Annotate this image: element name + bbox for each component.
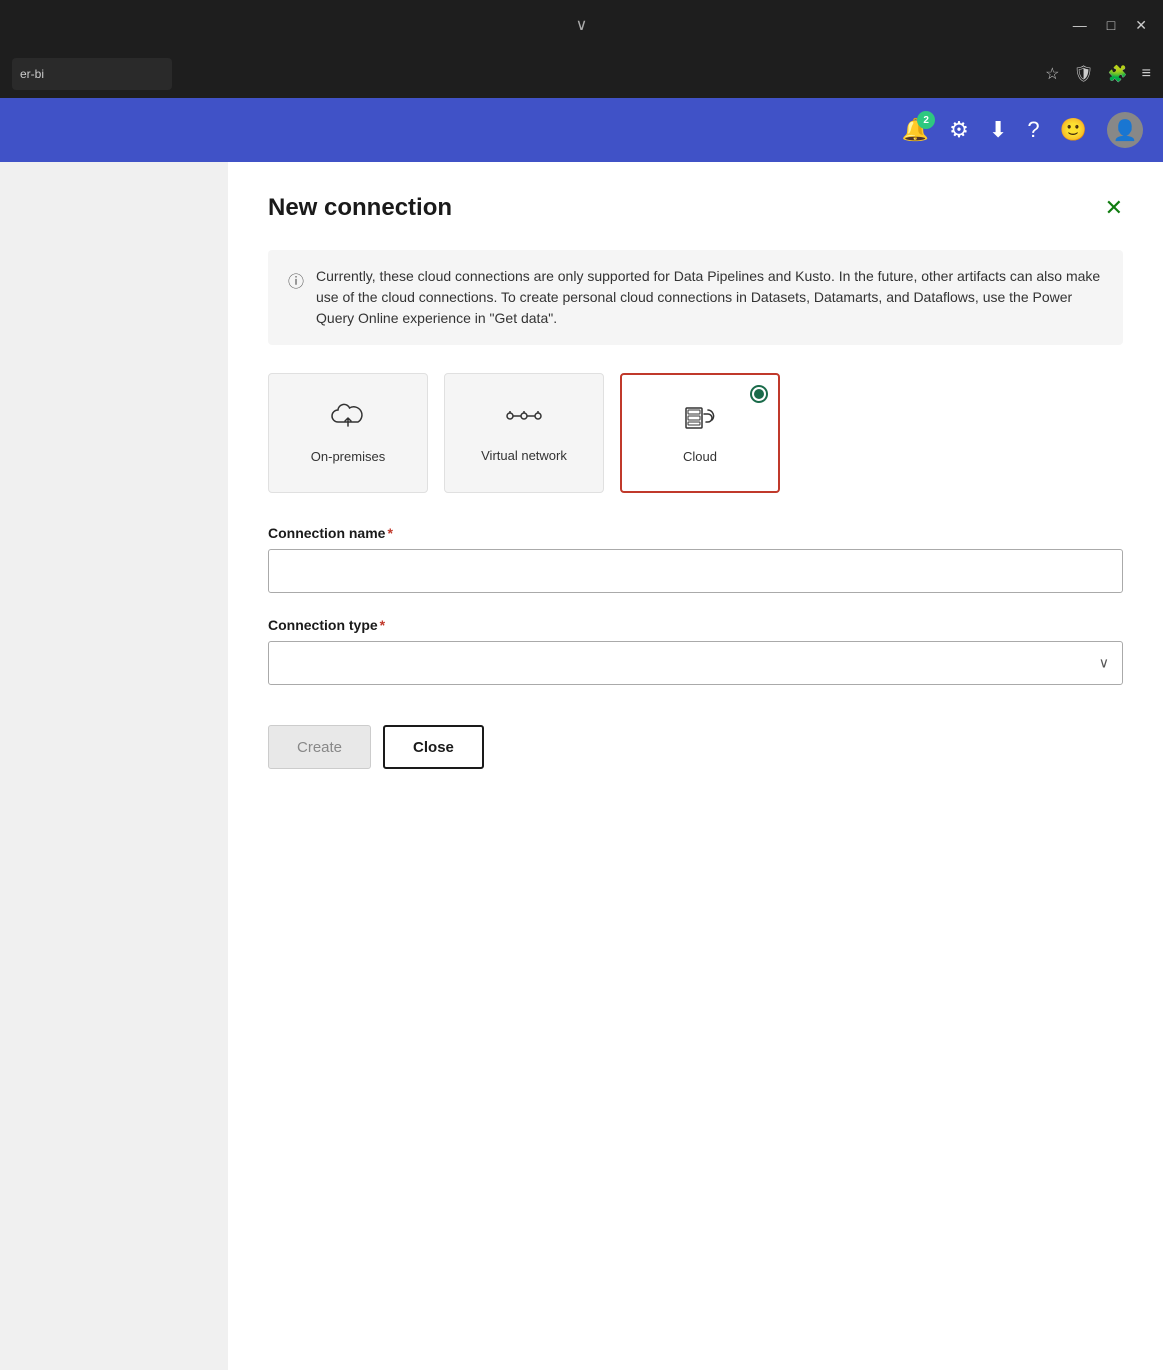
new-connection-panel: New connection ✕ ⓘ Currently, these clou… (228, 162, 1163, 1370)
address-text: er-bi (20, 67, 44, 81)
settings-gear-icon[interactable]: ⚙ (949, 117, 969, 143)
card-virtual-network[interactable]: Virtual network (444, 373, 604, 493)
card-cloud[interactable]: Cloud (620, 373, 780, 493)
card-on-premises[interactable]: On-premises (268, 373, 428, 493)
notification-badge: 2 (917, 111, 935, 129)
menu-icon[interactable]: ≡ (1142, 65, 1151, 83)
avatar-icon: 👤 (1113, 118, 1138, 143)
address-bar-row: er-bi ☆ 🛡 🧩 ≡ (0, 50, 1163, 98)
extension-icon[interactable]: 🧩 (1108, 64, 1128, 84)
connection-type-field: Connection type* ∨ (268, 617, 1123, 685)
app-topbar: 🔔 2 ⚙ ⬇ ? 🙂 👤 (0, 98, 1163, 162)
info-banner-text: Currently, these cloud connections are o… (316, 266, 1103, 329)
connection-type-select-wrapper[interactable]: ∨ (268, 641, 1123, 685)
info-circle-icon: ⓘ (288, 268, 304, 329)
address-bar[interactable]: er-bi (12, 58, 172, 90)
close-button[interactable]: ✕ (1135, 17, 1147, 34)
radio-inner (754, 389, 764, 399)
virtual-network-icon (506, 401, 542, 438)
action-buttons: Create Close (268, 725, 1123, 769)
download-icon[interactable]: ⬇ (989, 117, 1007, 143)
browser-toolbar-icons: ☆ 🛡 🧩 ≡ (1045, 64, 1151, 84)
notification-bell-icon[interactable]: 🔔 2 (902, 117, 929, 143)
browser-center-controls: ∨ (576, 15, 588, 35)
shield-icon[interactable]: 🛡 (1073, 64, 1093, 84)
avatar[interactable]: 👤 (1107, 112, 1143, 148)
virtual-network-label: Virtual network (481, 448, 567, 465)
browser-titlebar: ∨ — □ ✕ (0, 0, 1163, 50)
connection-type-required: * (380, 617, 385, 633)
connection-type-select[interactable] (268, 641, 1123, 685)
window-controls: — □ ✕ (1073, 17, 1147, 34)
connection-type-cards: On-premises Virtual network (268, 373, 1123, 493)
minimize-button[interactable]: — (1073, 17, 1087, 34)
help-question-icon[interactable]: ? (1027, 117, 1039, 143)
on-premises-icon (330, 400, 366, 439)
cloud-radio-selected (750, 385, 768, 403)
on-premises-label: On-premises (311, 449, 385, 466)
sidebar (0, 162, 228, 1370)
create-button[interactable]: Create (268, 725, 371, 769)
connection-name-field: Connection name* (268, 525, 1123, 617)
feedback-smiley-icon[interactable]: 🙂 (1060, 117, 1087, 143)
main-area: New connection ✕ ⓘ Currently, these clou… (0, 162, 1163, 1370)
connection-name-label: Connection name* (268, 525, 1123, 541)
connection-type-label: Connection type* (268, 617, 1123, 633)
bookmark-icon[interactable]: ☆ (1045, 64, 1059, 84)
info-banner: ⓘ Currently, these cloud connections are… (268, 250, 1123, 345)
cloud-label: Cloud (683, 449, 717, 466)
dialog-title: New connection (268, 194, 452, 222)
cloud-icon (682, 400, 718, 439)
connection-name-input[interactable] (268, 549, 1123, 593)
maximize-button[interactable]: □ (1107, 17, 1115, 34)
connection-name-required: * (387, 525, 392, 541)
close-button[interactable]: Close (383, 725, 484, 769)
dialog-close-button[interactable]: ✕ (1105, 195, 1123, 221)
chevron-down-icon[interactable]: ∨ (576, 15, 588, 35)
dialog-title-row: New connection ✕ (268, 194, 1123, 222)
